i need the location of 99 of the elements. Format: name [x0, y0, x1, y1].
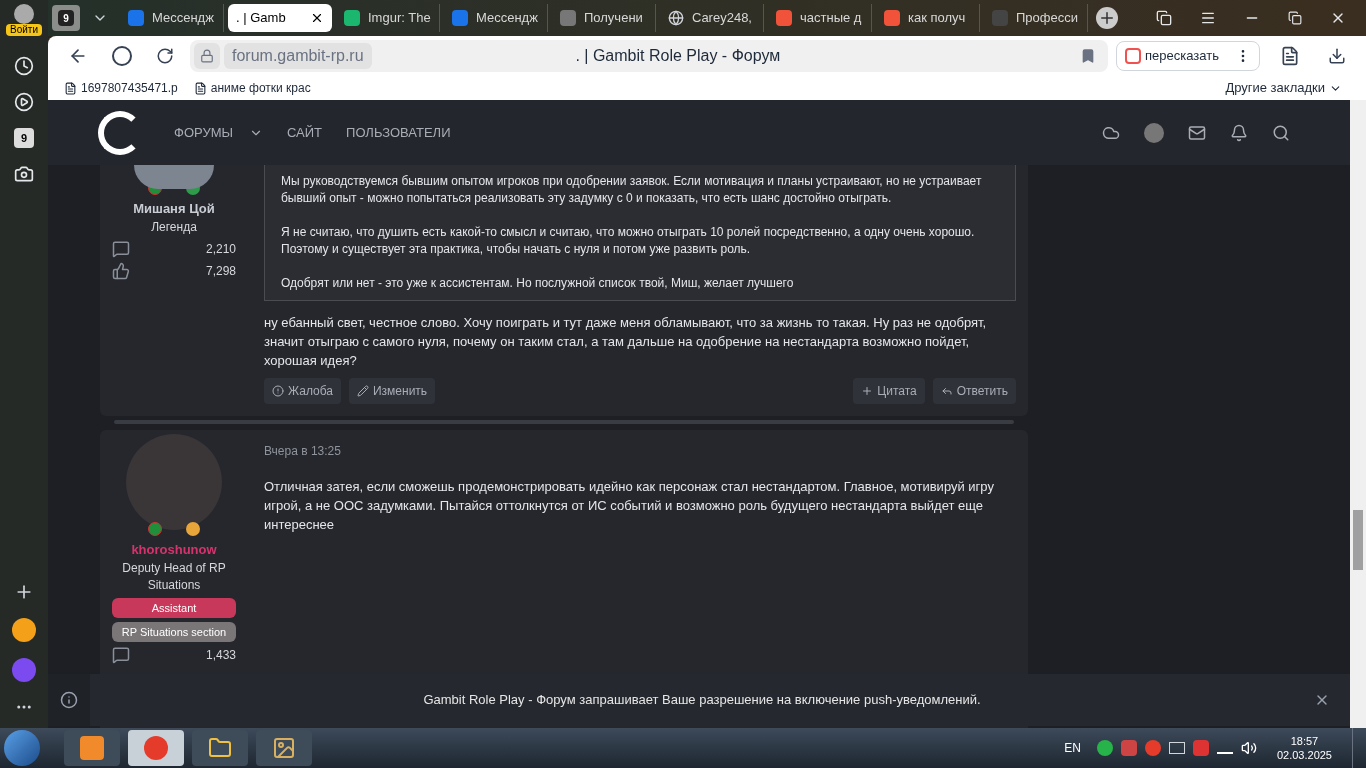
bookmark-item[interactable]: аниме фотки крас [193, 79, 311, 97]
user-avatar-icon[interactable] [1144, 122, 1164, 143]
tray-app-icon[interactable] [1096, 740, 1113, 756]
stat-value: 2,210 [205, 240, 236, 258]
stat-value: 1,433 [205, 646, 236, 664]
assistant-app-icon[interactable] [12, 658, 36, 682]
scrollbar[interactable] [1350, 100, 1366, 728]
tray-app-icon[interactable] [1144, 740, 1161, 756]
restore-icon[interactable] [1288, 11, 1302, 25]
username-link[interactable]: Мишаня Цой [133, 199, 215, 219]
app-icon [144, 736, 168, 760]
address-bar[interactable]: forum.gambit-rp.ru . | Gambit Role Play - Форум [190, 40, 1109, 72]
clock-time: 18:57 [1290, 734, 1319, 748]
tab-favicon-icon [128, 10, 144, 26]
tabs-icon[interactable] [1156, 10, 1172, 26]
user-title: Deputy Head of RP Situations [121, 559, 227, 594]
clock-date: 02.03.2025 [1276, 748, 1332, 762]
browser-tab[interactable]: Carey248, [660, 4, 764, 32]
browser-tab[interactable]: Професси [984, 4, 1088, 32]
browser-tab[interactable]: Мессендж [444, 4, 548, 32]
page-title: . | Gambit Role Play - Форум [574, 46, 782, 66]
browser-tab[interactable]: частные д [768, 4, 872, 32]
nav-link[interactable]: САЙТ [287, 122, 323, 143]
reload-icon[interactable] [156, 47, 174, 65]
post-text: Отличная затея, если сможешь продемонстрировать идейно как персонаж стал нестандартом. Главное, мотивируй игру игрой, а не ООС задумками. Пытайся оттолкнутся от ИС событий и возможно роль будущего нестандарта выйдет еще интереснее [264, 478, 995, 534]
sidebar-app-badge[interactable]: 9 [14, 128, 34, 148]
browser-tab[interactable]: как получ [876, 4, 980, 32]
browser-tab[interactable]: . | Gamb [228, 4, 332, 32]
thumbs-up-icon [112, 261, 130, 280]
taskbar-app-button[interactable] [256, 730, 312, 766]
status-icon [186, 522, 200, 536]
info-icon [60, 691, 78, 709]
notification-text: Gambit Role Play - Форум запрашивает Ваше разрешение на включение push-уведомлений. [422, 691, 982, 710]
lock-icon [194, 43, 220, 69]
user-banner: RP Situations section [112, 621, 236, 642]
app-icon [80, 736, 104, 760]
bell-icon[interactable] [1230, 123, 1248, 142]
award-icon [148, 522, 162, 536]
tab-favicon-icon [452, 10, 468, 26]
domain-text: forum.gambit-rp.ru [224, 43, 372, 69]
bookmark-item[interactable]: 1697807435471.p [64, 79, 178, 97]
play-icon[interactable] [14, 92, 34, 112]
post-action-button[interactable]: Ответить [932, 378, 1016, 404]
tray-monitor-icon[interactable] [1168, 742, 1185, 754]
browser-tab[interactable]: Imgur: The [336, 4, 440, 32]
page-icon [64, 81, 77, 95]
tab-favicon-icon [560, 10, 576, 26]
post-text: ну ебанный свет, честное слово. Хочу поиграть и тут даже меня обламывают, что за жизнь то такая. Ну раз не одобрят, значит отыграю с самого нуля, почему он таким стал, а там дальше на одобрение на нестандарта возможно пойдет, хорошая идея? [264, 314, 988, 370]
folder-icon [208, 736, 232, 760]
user-silhouette-icon [14, 4, 34, 24]
history-icon[interactable] [14, 56, 34, 76]
reply-icon [940, 385, 953, 397]
other-bookmarks-button[interactable]: Другие закладки [1225, 78, 1350, 98]
post-action-button[interactable]: Цитата [853, 378, 925, 404]
camera-icon[interactable] [14, 164, 34, 184]
menu-icon[interactable] [1200, 10, 1216, 26]
taskbar-app-button[interactable] [64, 730, 120, 766]
plus-icon [861, 385, 874, 397]
mail-icon[interactable] [1188, 123, 1206, 142]
taskbar-app-button[interactable] [128, 730, 184, 766]
download-icon[interactable] [1328, 47, 1346, 65]
search-icon[interactable] [1272, 123, 1290, 142]
profile-button[interactable]: Войти [6, 4, 42, 36]
tray-app-icon[interactable] [1192, 740, 1209, 756]
start-button[interactable] [4, 730, 40, 766]
mail-app-icon[interactable] [12, 618, 36, 642]
language-indicator[interactable]: EN [1064, 739, 1081, 757]
alert-icon [272, 385, 284, 397]
tab-count-button[interactable]: 9 [52, 5, 80, 31]
tab-favicon-icon [776, 10, 792, 26]
tray-app-icon[interactable] [1120, 740, 1137, 756]
nav-link[interactable]: ПОЛЬЗОВАТЕЛИ [346, 122, 451, 143]
retell-button[interactable]: пересказать [1116, 41, 1260, 71]
close-tab-icon[interactable] [310, 11, 324, 25]
pencil-icon [357, 385, 369, 397]
messages-icon [112, 645, 130, 664]
post-action-button[interactable]: Жалоба [264, 378, 341, 404]
quote-paragraph: Мы руководствуемся бывшим опытом игроков при одобрении заявок. Если мотивация и планы устраивают, но не устраивает бывший опыт - можно попытаться реализовать эту задумку с 0 и показать, что есть шанс достойно отыграть. [281, 173, 983, 207]
clock[interactable]: 18:57 02.03.2025 [1264, 734, 1344, 762]
picture-icon [272, 736, 296, 760]
tab-favicon-icon [992, 10, 1008, 26]
user-banner: Assistant [112, 597, 236, 618]
taskbar-app-button[interactable] [192, 730, 248, 766]
tab-favicon-icon [668, 10, 684, 26]
post-date[interactable]: Вчера в 13:25 [264, 442, 1016, 461]
browser-tab[interactable]: Получени [552, 4, 656, 32]
page-icon [193, 81, 207, 95]
tab-favicon-icon [884, 10, 900, 26]
browser-tab[interactable]: Мессендж [120, 4, 224, 32]
quote-paragraph: Я не считаю, что душить есть какой-то смысл и считаю, что можно отыграть 10 ролей посредственно, а одну очень хорошо. Поэтому и существует эта практика, чтобы начать с нуля и потом уже развить роль. [281, 224, 976, 258]
user-title: Легенда [151, 218, 197, 236]
nav-link[interactable]: ФОРУМЫ [174, 122, 263, 143]
stat-value: 7,298 [205, 262, 236, 280]
messages-icon [112, 239, 130, 258]
tab-favicon-icon [344, 10, 360, 26]
speaker-icon[interactable] [1240, 740, 1257, 756]
post-action-button[interactable]: Изменить [349, 378, 436, 404]
new-tab-icon[interactable] [1096, 7, 1118, 29]
quote-paragraph: Одобрят или нет - это уже к ассистентам. Но послужной список твой, Миш, желает лучшего [281, 275, 795, 292]
